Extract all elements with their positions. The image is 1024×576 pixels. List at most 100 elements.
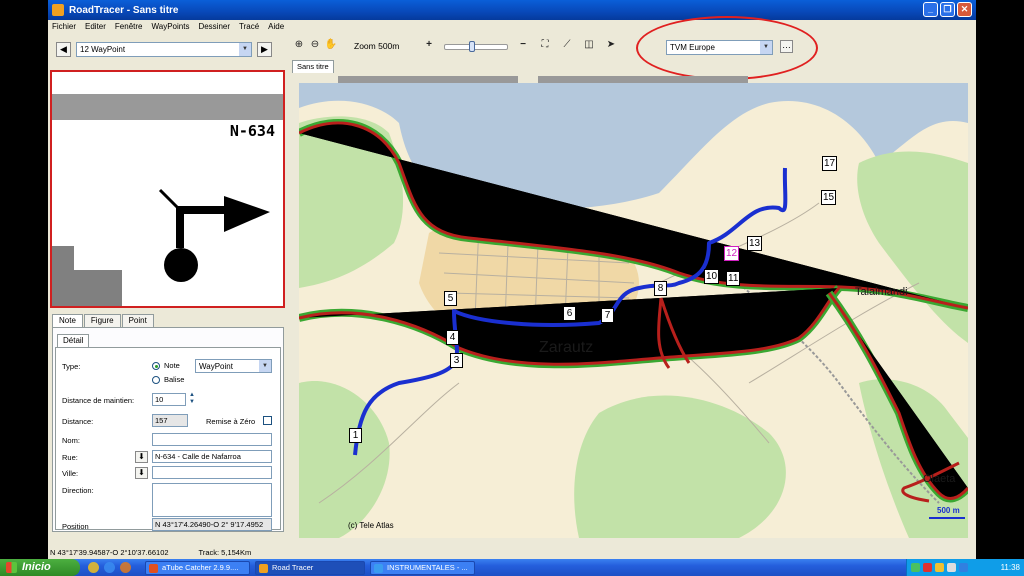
type-balise-radio[interactable] <box>152 376 160 384</box>
window-title: RoadTracer - Sans titre <box>69 4 179 16</box>
next-waypoint-button[interactable]: ▶ <box>257 42 272 57</box>
roadtracer-icon <box>259 563 268 573</box>
clock: 11:38 <box>1000 563 1020 572</box>
waypoint-marker[interactable]: 1 <box>349 428 362 443</box>
waypoint-marker[interactable]: 7 <box>601 308 614 323</box>
waypoint-marker[interactable]: 17 <box>822 156 838 171</box>
ville-download-icon[interactable]: ⬇ <box>135 467 148 479</box>
properties-panel: Détail Type: Note Balise WayPoint ▼ Dist… <box>52 327 284 532</box>
select-cursor-icon[interactable]: ➤ <box>604 38 618 52</box>
type-select[interactable]: WayPoint ▼ <box>195 359 272 373</box>
media-icon[interactable] <box>120 562 131 573</box>
track-length: Track: 5,154Km <box>198 548 252 557</box>
menu-aide[interactable]: Aide <box>268 22 284 31</box>
menu-fenetre[interactable]: Fenêtre <box>115 22 143 31</box>
tray-icon[interactable] <box>911 563 920 572</box>
turn-right-arrow-icon <box>52 188 270 306</box>
map-canvas[interactable]: 1 3 4 5 6 7 8 10 11 12 13 15 17 Zarautz … <box>299 83 968 538</box>
remise-label: Remise à Zéro <box>206 417 256 426</box>
waypoint-marker[interactable]: 13 <box>747 236 763 251</box>
tab-note[interactable]: Note <box>52 314 83 327</box>
property-tabs: Note Figure Point <box>52 314 155 327</box>
split-view-icon[interactable]: ◫ <box>582 38 596 52</box>
position-label: Position <box>62 522 89 531</box>
ville-input[interactable] <box>152 466 272 479</box>
tray-icon[interactable] <box>947 563 956 572</box>
zoom-level: Zoom 500m <box>354 41 400 51</box>
tab-figure[interactable]: Figure <box>83 314 121 327</box>
menu-waypoints[interactable]: WayPoints <box>152 22 190 31</box>
type-balise-label: Balise <box>164 375 185 384</box>
minimize-button[interactable]: _ <box>923 2 938 17</box>
waypoint-marker-selected[interactable]: 12 <box>724 246 740 261</box>
spinner-icon[interactable]: ▲ ▼ <box>187 392 197 407</box>
chevron-down-icon: ▼ <box>239 43 251 56</box>
zoom-slider-thumb[interactable] <box>469 41 475 52</box>
zoom-in-icon[interactable]: ⊕ <box>292 38 306 52</box>
chevron-down-icon: ▼ <box>259 360 271 372</box>
map-toolbar: ⊕ ⊖ ✋ Zoom 500m + − ⛶ ⟋ ◫ ➤ TVM Europe ▼… <box>288 35 976 55</box>
direction-label: Direction: <box>62 486 94 495</box>
windows-flag-icon <box>6 562 17 573</box>
direction-input[interactable] <box>152 483 272 517</box>
task-instrumentales[interactable]: INSTRUMENTALES - ... <box>370 560 475 575</box>
waypoint-marker[interactable]: 8 <box>654 281 667 296</box>
vegetation-south <box>574 395 786 538</box>
ie-icon[interactable] <box>104 562 115 573</box>
menu-fichier[interactable]: Fichier <box>52 22 76 31</box>
remise-checkbox[interactable] <box>263 416 272 425</box>
menu-bar: Fichier Editer Fenêtre WayPoints Dessine… <box>48 20 976 33</box>
type-note-radio[interactable] <box>152 362 160 370</box>
waypoint-marker[interactable]: 5 <box>444 291 457 306</box>
tray-icon[interactable] <box>923 563 932 572</box>
map-copyright: (c) Tele Atlas <box>348 521 394 530</box>
vegetation-northeast <box>857 151 968 343</box>
restore-button[interactable]: ❐ <box>940 2 955 17</box>
waypoint-marker[interactable]: 11 <box>726 271 741 286</box>
waypoint-marker[interactable]: 15 <box>821 190 837 205</box>
zoom-plus-icon[interactable]: + <box>422 38 436 52</box>
start-button[interactable]: Inicio <box>0 559 80 576</box>
waypoint-marker[interactable]: 3 <box>450 353 463 368</box>
tab-document[interactable]: Sans titre <box>292 60 334 73</box>
distance-label: Distance: <box>62 417 94 426</box>
title-bar: RoadTracer - Sans titre _ ❐ ✕ <box>48 0 976 20</box>
place-olaeta: Olaeta <box>923 473 956 485</box>
highlight-circle <box>636 16 818 80</box>
nom-label: Nom: <box>62 436 80 445</box>
task-roadtracer[interactable]: Road Tracer <box>255 560 365 575</box>
rue-input[interactable]: N-634 - Calle de Nafarroa <box>152 450 272 463</box>
distance-maintien-label: Distance de maintien: <box>62 396 135 405</box>
route-tool-icon[interactable]: ⟋ <box>560 38 574 52</box>
pan-hand-icon[interactable]: ✋ <box>324 38 338 52</box>
rue-label: Rue: <box>62 453 78 462</box>
zoom-minus-icon[interactable]: − <box>516 38 530 52</box>
rue-download-icon[interactable]: ⬇ <box>135 451 148 463</box>
atube-icon <box>149 563 158 573</box>
nom-input[interactable] <box>152 433 272 446</box>
chrome-icon[interactable] <box>88 562 99 573</box>
system-tray: 11:38 <box>906 559 1024 576</box>
distance-maintien-input[interactable]: 10 <box>152 393 186 406</box>
menu-dessiner[interactable]: Dessiner <box>198 22 230 31</box>
waypoint-marker[interactable]: 6 <box>563 306 576 321</box>
type-note-label: Note <box>164 361 180 370</box>
waypoint-marker[interactable]: 10 <box>704 269 720 284</box>
tab-point[interactable]: Point <box>121 314 154 327</box>
waypoint-select[interactable]: 12 WayPoint ▼ <box>76 42 252 57</box>
zoom-out-icon[interactable]: ⊖ <box>308 38 322 52</box>
tray-icon[interactable] <box>935 563 944 572</box>
tray-icon[interactable] <box>959 563 968 572</box>
place-zarautz: Zarautz <box>539 339 594 356</box>
fit-view-icon[interactable]: ⛶ <box>538 38 552 52</box>
tab-detail[interactable]: Détail <box>57 334 90 347</box>
menu-editer[interactable]: Editer <box>85 22 106 31</box>
task-atube[interactable]: aTube Catcher 2.9.9.... <box>145 560 250 575</box>
close-button[interactable]: ✕ <box>957 2 972 17</box>
taskbar: Inicio aTube Catcher 2.9.9.... Road Trac… <box>0 559 1024 576</box>
waypoint-marker[interactable]: 4 <box>446 330 459 345</box>
menu-trace[interactable]: Tracé <box>239 22 259 31</box>
sign-preview-panel[interactable]: N-634 <box>50 70 285 308</box>
zoom-slider[interactable] <box>444 41 508 52</box>
prev-waypoint-button[interactable]: ◀ <box>56 42 71 57</box>
